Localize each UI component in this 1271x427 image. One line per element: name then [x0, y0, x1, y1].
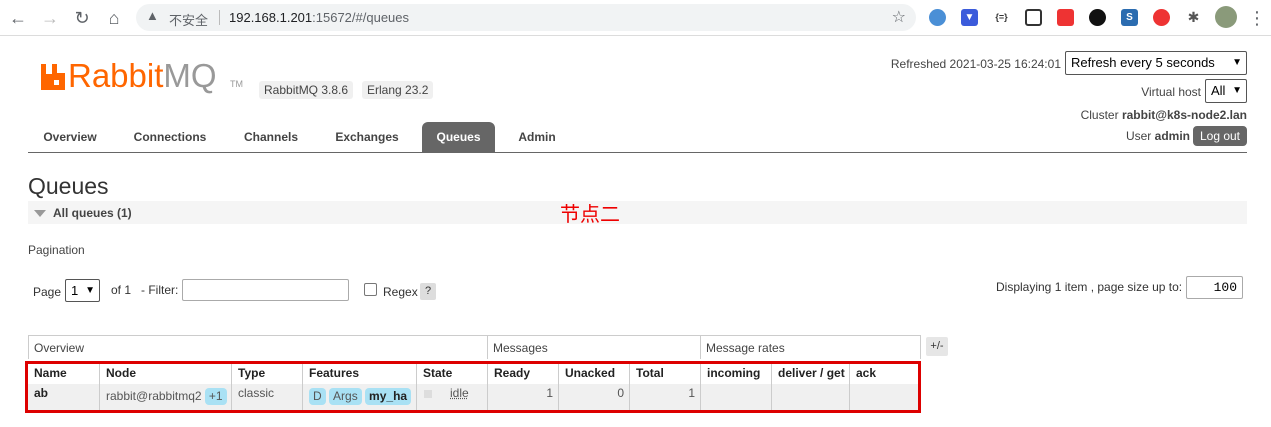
- tab-connections[interactable]: Connections: [126, 122, 214, 152]
- home-icon[interactable]: ⌂: [102, 6, 126, 30]
- regex-label: Regex: [383, 285, 418, 299]
- chevron-down-icon: ▼: [1232, 85, 1242, 96]
- page-count-label: of 1: [111, 283, 132, 297]
- tab-admin[interactable]: Admin: [512, 122, 562, 152]
- logo-wordmark: RabbitMQ: [68, 57, 217, 95]
- cluster-label: Cluster: [1080, 108, 1119, 122]
- collapse-triangle-icon: [34, 210, 46, 217]
- page-size-input[interactable]: 100: [1186, 276, 1243, 299]
- regex-checkbox[interactable]: [364, 283, 377, 296]
- tab-overview[interactable]: Overview: [36, 122, 104, 152]
- url-path: :15672/#/queues: [312, 10, 410, 25]
- vhost-label: Virtual host: [1141, 85, 1201, 99]
- rabbitmq-version-badge: RabbitMQ 3.8.6: [259, 81, 354, 99]
- chevron-down-icon: ▼: [1232, 57, 1242, 68]
- extension-red-icon[interactable]: [1153, 9, 1170, 26]
- all-queues-section-header[interactable]: All queues (1): [28, 201, 1247, 224]
- extension-s-icon[interactable]: S: [1121, 9, 1138, 26]
- node-annotation: 节点二: [560, 204, 620, 226]
- rabbit-logo-icon: [41, 64, 65, 90]
- cluster-name: rabbit@k8s-node2.lan: [1121, 108, 1247, 122]
- main-tabs: Overview Connections Channels Exchanges …: [28, 122, 1247, 153]
- reload-icon[interactable]: ↻: [70, 6, 94, 30]
- forward-icon[interactable]: →: [38, 6, 62, 30]
- browser-toolbar: ← → ↻ ⌂ ▲ 不安全 192.168.1.201:15672/#/queu…: [0, 0, 1271, 36]
- extension-screenshot-icon[interactable]: [1025, 9, 1042, 26]
- extension-globe-icon[interactable]: [929, 9, 946, 26]
- chevron-down-icon: ▼: [85, 285, 95, 296]
- page-label: Page: [33, 285, 62, 299]
- vhost-select[interactable]: All ▼: [1205, 79, 1247, 103]
- display-count-label: Displaying 1 item , page size up to:: [996, 280, 1183, 294]
- vhost-select-value: All: [1211, 83, 1226, 98]
- pagination-label: Pagination: [28, 243, 85, 257]
- logo-word-rabbit: Rabbit: [68, 57, 164, 94]
- url-host: 192.168.1.201: [229, 10, 313, 25]
- refresh-select-value: Refresh every 5 seconds: [1071, 55, 1215, 70]
- bookmark-star-icon[interactable]: ☆: [892, 7, 906, 27]
- tab-channels[interactable]: Channels: [236, 122, 306, 152]
- logo-word-mq: MQ: [163, 57, 217, 94]
- column-toggle-button[interactable]: +/-: [926, 337, 948, 356]
- extension-circle-icon[interactable]: [1089, 9, 1106, 26]
- extension-chrome-icon[interactable]: [1057, 9, 1074, 26]
- profile-avatar[interactable]: [1215, 6, 1237, 28]
- highlight-annotation-box: [25, 361, 921, 413]
- section-title: All queues (1): [53, 206, 132, 220]
- insecure-label[interactable]: 不安全: [169, 10, 208, 29]
- back-icon[interactable]: ←: [6, 6, 30, 30]
- tab-queues[interactable]: Queues: [422, 122, 495, 152]
- page-select[interactable]: 1 ▼: [65, 279, 100, 302]
- group-header-overview: Overview: [28, 335, 488, 359]
- page-title: Queues: [28, 173, 109, 199]
- tab-exchanges[interactable]: Exchanges: [328, 122, 406, 152]
- regex-help-button[interactable]: ?: [420, 283, 436, 300]
- address-bar[interactable]: ▲ 不安全 192.168.1.201:15672/#/queues ☆: [136, 4, 916, 31]
- address-divider: [219, 10, 220, 25]
- cluster-info: Cluster rabbit@k8s-node2.lan: [1081, 108, 1247, 122]
- extension-json-icon[interactable]: {=}: [993, 9, 1010, 26]
- refresh-interval-select[interactable]: Refresh every 5 seconds ▼: [1065, 51, 1247, 75]
- logo-trademark: TM: [230, 79, 243, 89]
- filter-input[interactable]: [182, 279, 349, 301]
- page-select-value: 1: [71, 283, 79, 298]
- refreshed-timestamp: Refreshed 2021-03-25 16:24:01: [890, 57, 1061, 71]
- filter-label: - Filter:: [141, 283, 179, 297]
- erlang-version-badge: Erlang 23.2: [362, 81, 434, 99]
- warning-icon[interactable]: ▲: [146, 8, 159, 23]
- group-header-messages: Messages: [487, 335, 701, 359]
- url-text[interactable]: 192.168.1.201:15672/#/queues: [229, 10, 409, 25]
- group-header-message-rates: Message rates: [700, 335, 921, 359]
- extension-download-icon[interactable]: ▼: [961, 9, 978, 26]
- menu-dots-icon[interactable]: ⋮: [1245, 6, 1269, 30]
- extensions-puzzle-icon[interactable]: ✱: [1185, 9, 1202, 26]
